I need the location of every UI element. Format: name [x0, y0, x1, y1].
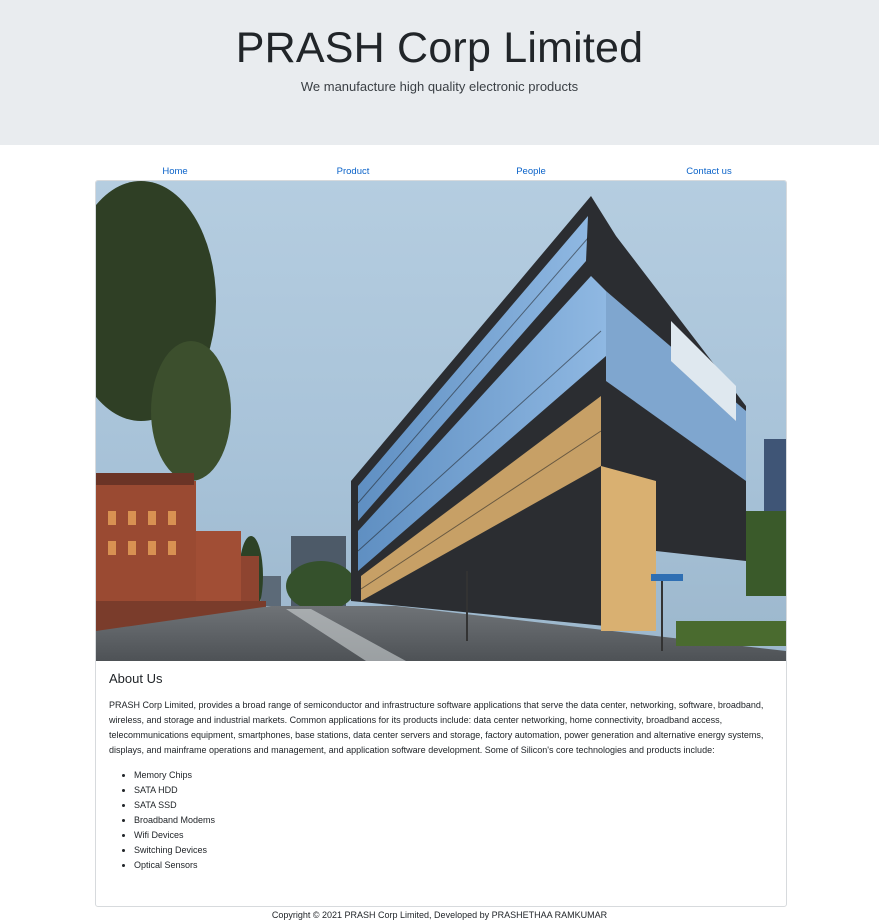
office-building-image [96, 181, 786, 661]
list-item: Memory Chips [134, 768, 775, 783]
header-banner: PRASH Corp Limited We manufacture high q… [0, 0, 879, 145]
list-item: SATA SSD [134, 798, 775, 813]
list-item: SATA HDD [134, 783, 775, 798]
nav-product-link[interactable]: Product [264, 163, 442, 181]
about-card: About Us PRASH Corp Limited, provides a … [95, 180, 787, 907]
footer-copyright: Copyright © 2021 PRASH Corp Limited, Dev… [271, 910, 608, 920]
product-list: Memory Chips SATA HDD SATA SSD Broadband… [109, 768, 775, 873]
site-tagline: We manufacture high quality electronic p… [300, 79, 579, 94]
list-item: Wifi Devices [134, 828, 775, 843]
about-section: About Us PRASH Corp Limited, provides a … [109, 671, 775, 873]
main-nav: Home Product People Contact us [86, 163, 798, 181]
list-item: Optical Sensors [134, 858, 775, 873]
list-item: Broadband Modems [134, 813, 775, 828]
nav-home-link[interactable]: Home [86, 163, 264, 181]
about-text: PRASH Corp Limited, provides a broad ran… [109, 700, 764, 755]
site-title: PRASH Corp Limited [235, 24, 644, 72]
nav-people-link[interactable]: People [442, 163, 620, 181]
nav-contact-link[interactable]: Contact us [620, 163, 798, 181]
about-heading: About Us [109, 671, 163, 686]
list-item: Switching Devices [134, 843, 775, 858]
